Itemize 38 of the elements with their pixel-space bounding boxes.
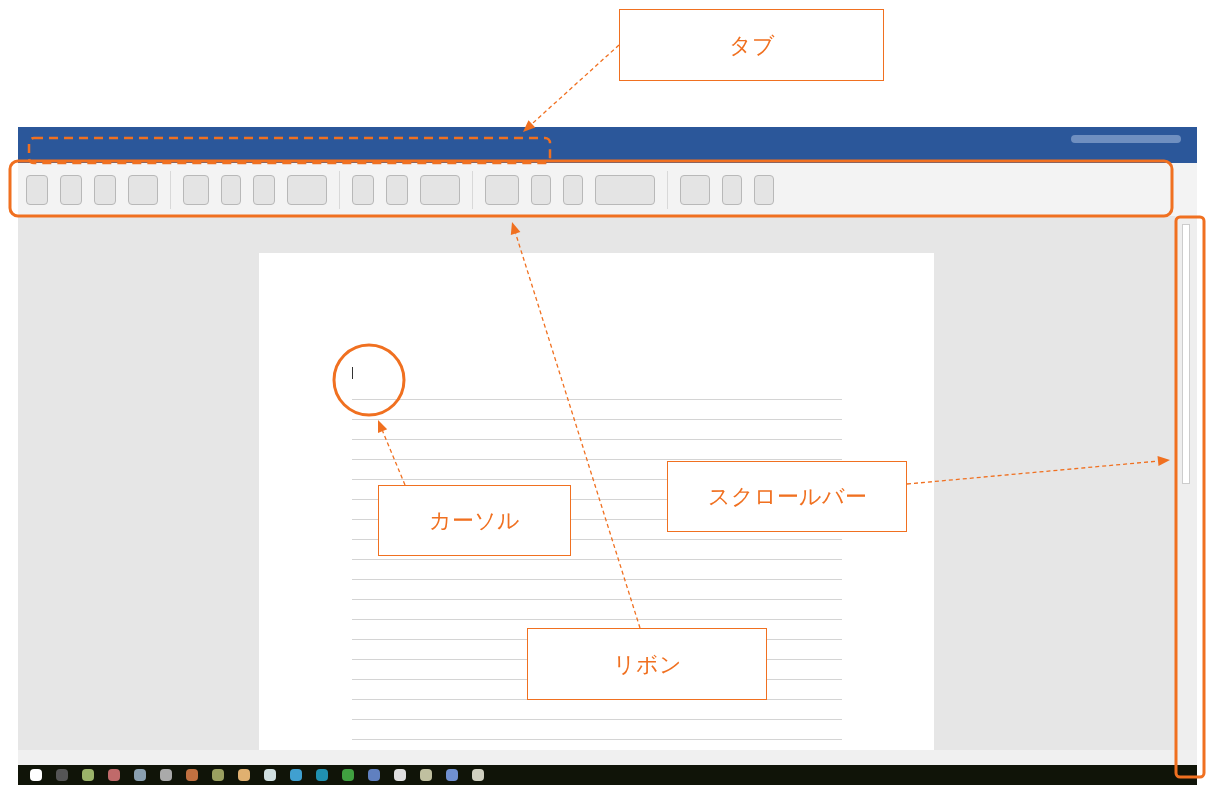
taskbar-app-icon[interactable]: [30, 769, 42, 781]
ribbon-tool-icon[interactable]: [183, 174, 209, 205]
ribbon-tool-icon[interactable]: [754, 174, 774, 205]
taskbar-app-icon[interactable]: [134, 769, 146, 781]
taskbar-app-icon[interactable]: [238, 769, 250, 781]
ribbon-tool-icon[interactable]: [221, 174, 241, 205]
ribbon-tool-icon[interactable]: [420, 174, 460, 205]
ribbon-tool-icon[interactable]: [680, 174, 710, 205]
taskbar-app-icon[interactable]: [160, 769, 172, 781]
taskbar-app-icon[interactable]: [82, 769, 94, 781]
ribbon-tool-icon[interactable]: [563, 174, 583, 205]
ribbon-tool-icon[interactable]: [485, 174, 519, 205]
taskbar-app-icon[interactable]: [342, 769, 354, 781]
callout-label: カーソル: [429, 507, 520, 535]
ribbon-tool-icon[interactable]: [722, 174, 742, 205]
ribbon-tool-icon[interactable]: [531, 174, 551, 205]
taskbar-app-icon[interactable]: [264, 769, 276, 781]
text-cursor: [352, 367, 353, 379]
taskbar-app-icon[interactable]: [290, 769, 302, 781]
ribbon-tool-icon[interactable]: [595, 174, 655, 205]
ribbon-tool-icon[interactable]: [60, 174, 82, 205]
taskbar-app-icon[interactable]: [212, 769, 224, 781]
ribbon-tool-icon[interactable]: [26, 174, 48, 205]
taskbar-app-icon[interactable]: [446, 769, 458, 781]
taskbar-app-icon[interactable]: [394, 769, 406, 781]
taskbar-app-icon[interactable]: [420, 769, 432, 781]
callout-label: スクロールバー: [707, 483, 867, 511]
ribbon-tool-icon[interactable]: [352, 174, 374, 205]
taskbar-app-icon[interactable]: [472, 769, 484, 781]
callout-label: リボン: [612, 650, 682, 679]
ribbon-tool-icon[interactable]: [128, 174, 158, 205]
scroll-thumb[interactable]: [1182, 224, 1190, 484]
ribbon-tool-icon[interactable]: [386, 174, 408, 205]
window-controls-icon[interactable]: [1071, 135, 1181, 143]
ribbon-tool-icon[interactable]: [94, 174, 116, 205]
callout-label: タブ: [728, 31, 775, 60]
ribbon-tool-icon[interactable]: [253, 174, 275, 205]
ribbon-tool-icon[interactable]: [287, 174, 327, 205]
